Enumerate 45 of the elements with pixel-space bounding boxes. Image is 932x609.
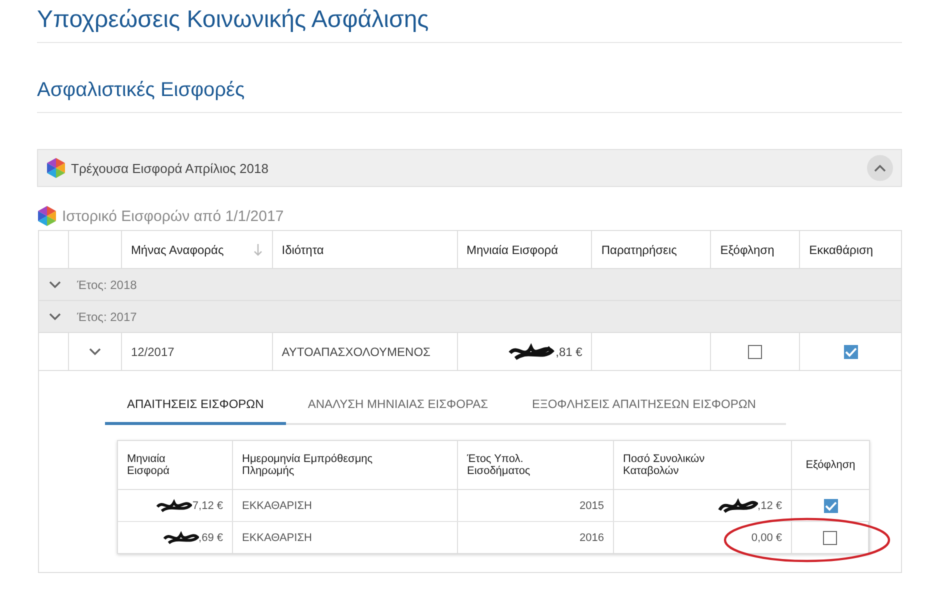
page-title: Υποχρεώσεις Κοινωνικής Ασφάλισης (37, 6, 902, 43)
checkbox[interactable] (844, 344, 858, 358)
checkbox[interactable] (824, 498, 838, 512)
group-row[interactable]: Έτος: 2018 (39, 269, 901, 301)
table-cell: 2015 (580, 500, 604, 512)
column-header[interactable]: Μήνας Αναφοράς (122, 231, 273, 268)
chevron-down-icon (49, 280, 61, 288)
table-cell: ΕΚΚΑΘΑΡΙΣΗ (242, 500, 312, 512)
chevron-down-icon[interactable] (88, 348, 101, 356)
column-header: Εξόφληση (806, 459, 856, 471)
panel-title: Τρέχουσα Εισφορά Απρίλιος 2018 (71, 160, 270, 176)
checkbox[interactable] (748, 344, 762, 358)
column-header[interactable]: Μηνιαία Εισφορά (458, 231, 592, 268)
tab[interactable]: ΑΠΑΙΤΗΣΕΙΣ ΕΙΣΦΟΡΩΝ (105, 389, 286, 425)
group-label: Έτος: 2018 (77, 278, 137, 292)
current-contribution-panel[interactable]: Τρέχουσα Εισφορά Απρίλιος 2018 (37, 149, 902, 187)
table-cell: ,81 € (556, 344, 582, 358)
table-cell: ΑΥΤΟΑΠΑΣΧΟΛΟΥΜΕΝΟΣ (282, 344, 430, 358)
collapse-button[interactable] (867, 155, 893, 181)
column-header[interactable]: Παρατηρήσεις (592, 231, 712, 268)
table-cell: 0,00 € (751, 532, 782, 544)
history-title: Ιστορικό Εισφορών από 1/1/2017 (62, 208, 284, 224)
column-header[interactable]: Εκκαθάριση (800, 231, 902, 268)
chevron-down-icon (49, 312, 61, 320)
chevron-up-icon (874, 164, 886, 172)
table-cell: ,12 € (758, 500, 782, 512)
checkbox[interactable] (823, 530, 837, 544)
table-cell: ΕΚΚΑΘΑΡΙΣΗ (242, 532, 312, 544)
column-header: Ημερομηνία Εμπρόθεσμης Πληρωμής (242, 453, 374, 477)
table-cell: 12/2017 (130, 344, 174, 358)
group-label: Έτος: 2017 (77, 310, 137, 324)
section-title: Ασφαλιστικές Εισφορές (37, 79, 902, 113)
column-header: Ποσό Συνολικών Καταβολών (623, 453, 706, 477)
column-header[interactable]: Ιδιότητα (272, 231, 458, 268)
hexagon-logo-icon (46, 157, 66, 179)
tab[interactable]: ΑΝΑΛΥΣΗ ΜΗΝΙΑΙΑΣ ΕΙΣΦΟΡΑΣ (286, 389, 510, 425)
hexagon-logo-icon (37, 205, 57, 227)
column-header: Έτος Υπολ. Εισοδήματος (467, 453, 532, 477)
table-cell: ,69 € (198, 532, 223, 544)
column-header: Μηνιαία Εισφορά (127, 453, 170, 477)
column-header[interactable]: Εξόφληση (711, 231, 800, 268)
tab[interactable]: ΕΞΟΦΛΗΣΕΙΣ ΑΠΑΙΤΗΣΕΩΝ ΕΙΣΦΟΡΩΝ (510, 389, 778, 425)
table-cell: 7,12 € (192, 500, 223, 512)
table-cell: 2016 (580, 532, 604, 544)
group-row[interactable]: Έτος: 2017 (39, 301, 901, 333)
